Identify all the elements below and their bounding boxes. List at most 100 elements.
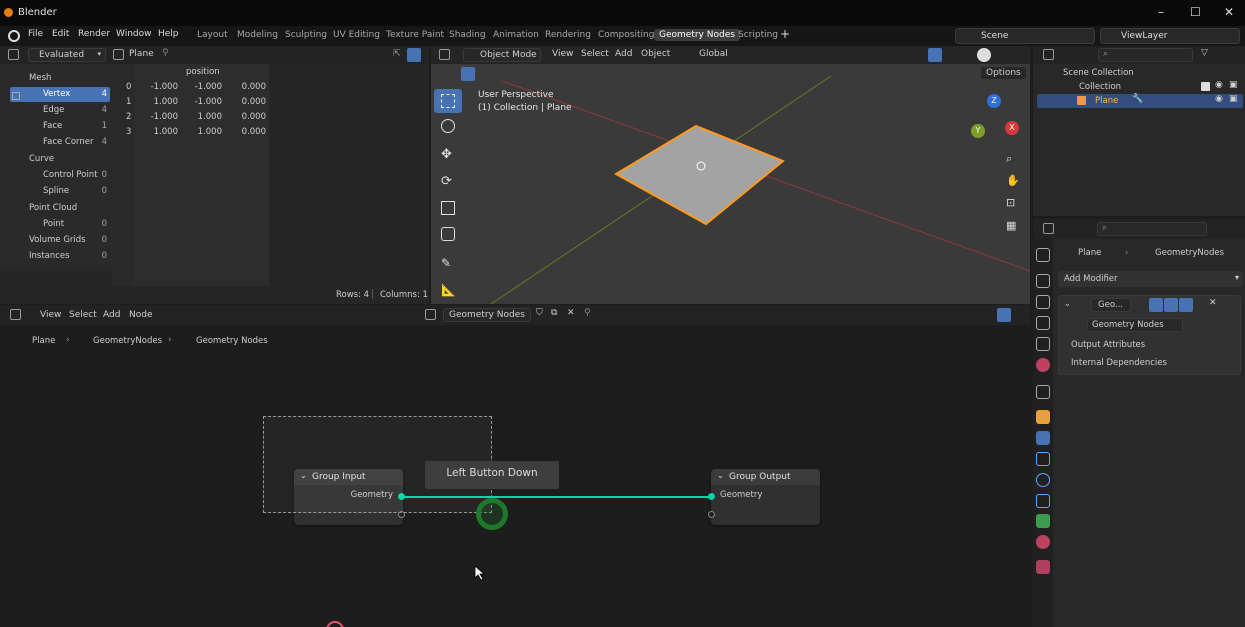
- editor-type-icon[interactable]: [8, 49, 19, 60]
- add-modifier-dropdown[interactable]: Add Modifier ▾: [1058, 271, 1243, 287]
- node-editor[interactable]: View Select Add Node Geometry Nodes ⛉ ⧉ …: [0, 305, 1030, 627]
- tab-sculpting[interactable]: Sculpting: [280, 29, 332, 41]
- render-camera-icon[interactable]: ▣: [1229, 94, 1238, 104]
- viewport-menu-select[interactable]: Select: [581, 49, 609, 59]
- physics-tab-icon[interactable]: [1036, 473, 1050, 487]
- viewport-menu-object[interactable]: Object: [641, 49, 670, 59]
- section-internal-dependencies[interactable]: Internal Dependencies: [1071, 358, 1167, 368]
- duplicate-icon[interactable]: ⧉: [551, 308, 557, 318]
- zoom-icon[interactable]: ⌕: [1006, 152, 1012, 166]
- sidebar-item-edge[interactable]: Edge 4: [10, 103, 110, 118]
- node-group-selector[interactable]: Geometry Nodes: [1087, 318, 1183, 332]
- render-camera-icon[interactable]: ▣: [1229, 80, 1238, 90]
- particles-tab-icon[interactable]: [1036, 452, 1050, 466]
- view-layer-selector[interactable]: ViewLayer: [1100, 28, 1240, 44]
- node-tree-selector[interactable]: Geometry Nodes: [443, 308, 531, 322]
- collection-checkbox-icon[interactable]: [1201, 82, 1210, 91]
- sidebar-item-point-cloud[interactable]: Point Cloud: [10, 201, 110, 216]
- collapse-chevron-icon[interactable]: ⌄: [717, 471, 724, 480]
- select-box-mode-icon[interactable]: [461, 67, 475, 81]
- group-output-node-header[interactable]: ⌄ Group Output: [711, 469, 820, 485]
- overlay-toggle-icon[interactable]: [928, 48, 942, 62]
- output-tab-icon[interactable]: [1036, 295, 1050, 309]
- 3d-viewport[interactable]: Object Mode View Select Add Object Globa…: [431, 46, 1030, 304]
- geometry-input-socket[interactable]: [708, 493, 715, 500]
- editor-type-icon[interactable]: [10, 309, 21, 320]
- sidebar-item-curve[interactable]: Curve: [10, 152, 110, 167]
- sidebar-item-vertex[interactable]: Vertex 4: [10, 87, 110, 102]
- close-icon[interactable]: ✕: [1209, 298, 1217, 308]
- texture-tab-icon[interactable]: [1036, 560, 1050, 574]
- tab-uv-editing[interactable]: UV Editing: [328, 29, 385, 41]
- object-tab-icon[interactable]: [1036, 410, 1050, 424]
- menu-edit[interactable]: Edit: [52, 29, 69, 39]
- select-extend-mode-icon[interactable]: [476, 67, 490, 81]
- gizmo-x-axis[interactable]: X: [1005, 121, 1019, 135]
- data-tab-icon[interactable]: [1036, 514, 1050, 528]
- minimize-icon[interactable]: –: [1158, 5, 1164, 19]
- menu-window[interactable]: Window: [116, 29, 152, 39]
- editor-type-icon[interactable]: [439, 49, 450, 60]
- blender-menu-icon[interactable]: [8, 30, 20, 42]
- collapse-chevron-icon[interactable]: ⌄: [1064, 299, 1071, 308]
- viewport-menu-add[interactable]: Add: [615, 49, 632, 59]
- tab-rendering[interactable]: Rendering: [540, 29, 596, 41]
- outliner-row-scene-collection[interactable]: Scene Collection: [1033, 66, 1245, 80]
- filter-icon[interactable]: ▽: [1201, 48, 1208, 58]
- camera-view-icon[interactable]: ⊡: [1006, 196, 1015, 209]
- measure-tool[interactable]: 📐: [434, 278, 462, 302]
- gizmo-z-axis[interactable]: Z: [987, 94, 1001, 108]
- viewport-menu-view[interactable]: View: [552, 49, 573, 59]
- sidebar-item-face-corner[interactable]: Face Corner 4: [10, 135, 110, 150]
- sidebar-item-control-point[interactable]: Control Point 0: [10, 168, 110, 183]
- transform-orientation-dropdown[interactable]: Global: [699, 49, 728, 59]
- selection-filter-icon[interactable]: ⇱: [393, 49, 401, 59]
- select-invert-mode-icon[interactable]: [506, 67, 520, 81]
- unlink-close-icon[interactable]: ✕: [567, 308, 575, 318]
- sidebar-item-face[interactable]: Face 1: [10, 119, 110, 134]
- menu-render[interactable]: Render: [78, 29, 110, 39]
- pin-icon[interactable]: ⚲: [584, 308, 591, 318]
- overlay-toggle-icon[interactable]: [997, 308, 1011, 322]
- object-mode-dropdown[interactable]: Object Mode: [463, 48, 541, 62]
- select-box-tool[interactable]: [434, 89, 462, 113]
- sidebar-item-spline[interactable]: Spline 0: [10, 184, 110, 199]
- tab-animation[interactable]: Animation: [488, 29, 544, 41]
- fake-user-shield-icon[interactable]: ⛉: [536, 308, 543, 318]
- edit-mode-toggle-icon[interactable]: [1149, 298, 1163, 312]
- menu-help[interactable]: Help: [158, 29, 179, 39]
- render-tab-icon[interactable]: [1036, 274, 1050, 288]
- move-tool[interactable]: ✥: [434, 143, 462, 167]
- annotate-tool[interactable]: ✎: [434, 251, 462, 275]
- scene-tab-icon[interactable]: [1036, 337, 1050, 351]
- outliner-row-collection[interactable]: Collection ◉ ▣: [1033, 80, 1245, 94]
- sidebar-item-instances[interactable]: Instances 0: [10, 249, 110, 264]
- tool-tab-icon[interactable]: [1036, 248, 1050, 262]
- tab-geometry-nodes[interactable]: Geometry Nodes: [654, 29, 740, 41]
- filter-icon[interactable]: [407, 48, 421, 62]
- select-intersect-mode-icon[interactable]: [521, 67, 535, 81]
- solid-shading-icon[interactable]: [977, 48, 991, 62]
- node-tree-type-icon[interactable]: [425, 309, 436, 320]
- collection-tab-icon[interactable]: [1036, 385, 1050, 399]
- modifier-tab-icon[interactable]: [1036, 431, 1050, 445]
- modifier-name-input[interactable]: Geo...: [1091, 298, 1131, 312]
- evaluation-mode-dropdown[interactable]: Evaluated ▾: [28, 48, 106, 62]
- tab-layout[interactable]: Layout: [192, 29, 233, 41]
- transform-tool[interactable]: [434, 222, 462, 246]
- add-workspace-icon[interactable]: +: [780, 27, 790, 41]
- tab-compositing[interactable]: Compositing: [593, 29, 659, 41]
- section-output-attributes[interactable]: Output Attributes: [1071, 340, 1145, 350]
- options-dropdown[interactable]: Options: [980, 66, 1027, 80]
- cursor-tool[interactable]: [434, 114, 462, 138]
- tab-scripting[interactable]: Scripting: [733, 29, 783, 41]
- constraints-tab-icon[interactable]: [1036, 494, 1050, 508]
- rotate-tool[interactable]: ⟳: [434, 170, 462, 194]
- editor-type-icon[interactable]: [1043, 49, 1054, 60]
- node-menu-select[interactable]: Select: [69, 310, 97, 320]
- maximize-icon[interactable]: ☐: [1190, 5, 1201, 19]
- node-menu-node[interactable]: Node: [129, 310, 153, 320]
- gizmo-y-axis[interactable]: Y: [971, 124, 985, 138]
- properties-search-input[interactable]: ⌕: [1097, 222, 1207, 236]
- view-layer-tab-icon[interactable]: [1036, 316, 1050, 330]
